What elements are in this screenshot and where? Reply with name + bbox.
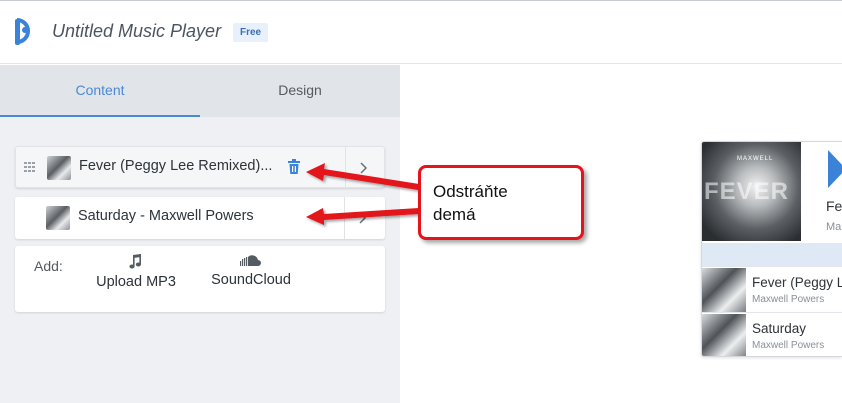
- callout-line-1: Odstráňte: [433, 182, 508, 201]
- playlist-thumbnail: [702, 314, 746, 356]
- playlist-item[interactable]: Saturday Maxwell Powers: [702, 312, 842, 356]
- now-playing-title: Fe: [826, 198, 842, 214]
- drag-handle-icon[interactable]: [24, 162, 36, 172]
- progress-bar[interactable]: [702, 243, 842, 266]
- upload-mp3-button[interactable]: Upload MP3: [89, 254, 183, 290]
- annotation-callout: Odstráňte demá: [418, 165, 584, 240]
- music-player-logo-icon[interactable]: [12, 17, 38, 47]
- now-playing-artist: Ma: [826, 221, 842, 233]
- app-title[interactable]: Untitled Music Player: [52, 21, 221, 42]
- tab-design[interactable]: Design: [200, 65, 400, 117]
- track-label: Saturday - Maxwell Powers: [78, 208, 254, 224]
- music-note-icon: [129, 254, 141, 269]
- player-preview: MAXWELL FEVER Fe Ma Fever (Peggy L Maxwe…: [701, 141, 842, 357]
- tab-content[interactable]: Content: [0, 65, 200, 117]
- playlist-item[interactable]: Fever (Peggy L Maxwell Powers: [702, 266, 842, 312]
- soundcloud-button[interactable]: SoundCloud: [203, 254, 299, 288]
- upload-mp3-label: Upload MP3: [96, 274, 176, 290]
- cover-title-text: FEVER: [704, 178, 790, 205]
- playlist-title: Saturday: [752, 321, 807, 336]
- add-content-box: Add: Upload MP3 SoundCloud: [15, 246, 385, 312]
- editor-tabs: Content Design: [0, 65, 400, 117]
- plan-badge[interactable]: Free: [233, 23, 269, 42]
- cover-artist-text: MAXWELL: [737, 156, 774, 162]
- play-icon[interactable]: [826, 148, 842, 190]
- app-header: Untitled Music Player Free: [0, 0, 842, 64]
- playlist-thumbnail: [702, 268, 746, 312]
- track-thumbnail: [46, 206, 70, 230]
- add-label: Add:: [34, 258, 63, 274]
- track-label: Fever (Peggy Lee Remixed)...: [79, 158, 273, 174]
- album-cover: MAXWELL FEVER: [702, 142, 801, 241]
- playlist-title: Fever (Peggy L: [752, 275, 842, 290]
- playlist-artist: Maxwell Powers: [752, 294, 825, 305]
- playlist-artist: Maxwell Powers: [752, 340, 825, 351]
- annotation-arrows: [306, 163, 419, 225]
- soundcloud-label: SoundCloud: [211, 272, 291, 288]
- soundcloud-icon: [240, 255, 261, 266]
- track-thumbnail: [47, 156, 71, 180]
- callout-line-2: demá: [433, 205, 476, 224]
